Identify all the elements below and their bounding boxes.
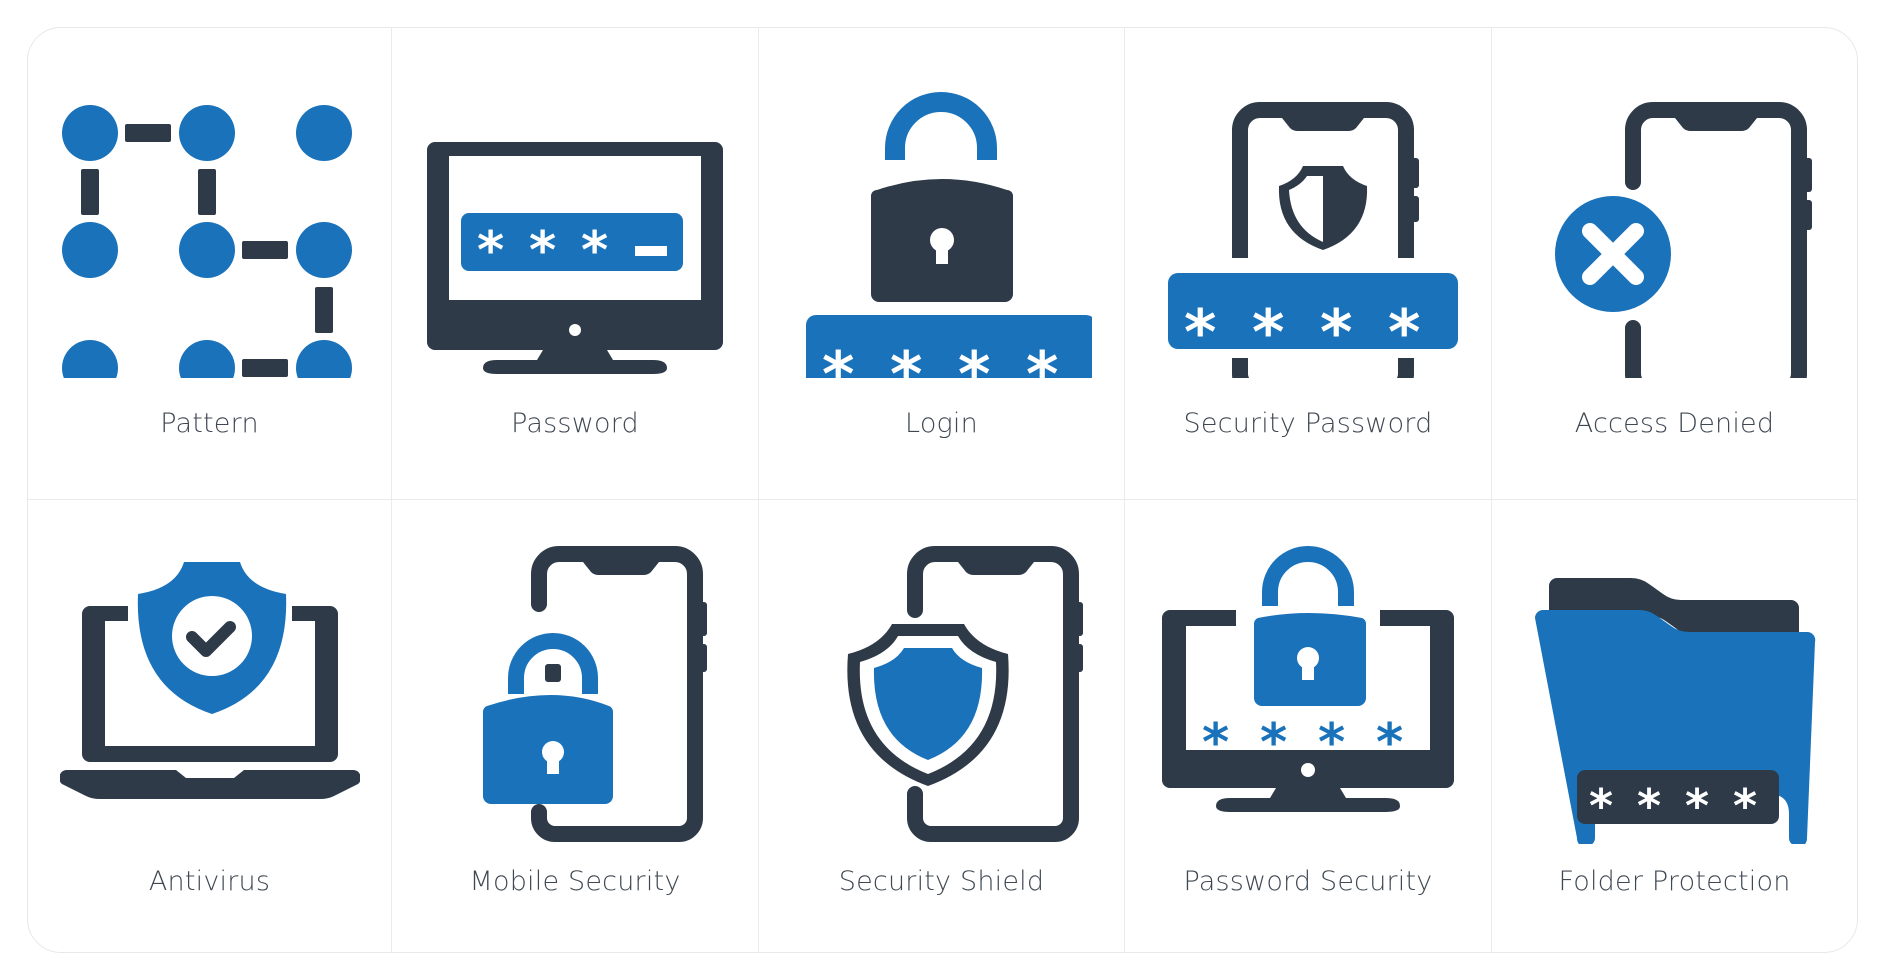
svg-text:*: * (1252, 296, 1284, 369)
tile-login: * * * * Login (759, 28, 1125, 500)
tile-label: Mobile Security (469, 866, 681, 897)
tile-label: Password Security (1183, 866, 1433, 897)
svg-text:*: * (1637, 779, 1661, 833)
svg-text:*: * (1376, 713, 1403, 773)
svg-text:*: * (1026, 338, 1058, 378)
tile-folder-protection: * * * * Folder Protection (1492, 500, 1857, 952)
tile-security-password: * * * * Security Password (1125, 28, 1492, 500)
svg-text:*: * (1589, 779, 1613, 833)
tile-label: Security Shield (838, 866, 1045, 897)
tile-pattern: Pattern (28, 28, 392, 500)
svg-text:*: * (477, 221, 504, 281)
tile-security-shield: Security Shield (759, 500, 1125, 952)
tile-mobile-security: Mobile Security (392, 500, 759, 952)
svg-text:*: * (1320, 296, 1352, 369)
svg-text:*: * (1202, 713, 1229, 773)
tile-label: Login (905, 408, 978, 439)
svg-text:*: * (890, 338, 922, 378)
tile-label: Password (511, 408, 639, 439)
svg-text:*: * (958, 338, 990, 378)
svg-text:*: * (1260, 713, 1287, 773)
monitor-password-icon: * * * (427, 142, 723, 374)
tile-label: Pattern (160, 408, 259, 439)
svg-text:*: * (1184, 296, 1216, 369)
svg-text:*: * (581, 221, 608, 281)
tile-access-denied: Access Denied (1492, 28, 1857, 500)
phone-shield-password-icon: * * * * (1168, 102, 1458, 378)
padlock-password-icon: * * * * (805, 92, 1092, 378)
svg-text:*: * (1685, 779, 1709, 833)
tile-label: Access Denied (1574, 408, 1775, 439)
tile-password-security: * * * * Password Security (1125, 500, 1492, 952)
monitor-padlock-password-icon: * * * * (1162, 546, 1454, 812)
svg-text:*: * (529, 221, 556, 281)
icon-grid: Pattern * * * Password * * * * Login * *… (28, 28, 1857, 952)
phone-shield-icon (846, 546, 1083, 842)
svg-text:*: * (1388, 296, 1420, 369)
phone-padlock-icon (482, 546, 707, 842)
phone-denied-icon (1554, 102, 1812, 378)
svg-text:*: * (1733, 779, 1757, 833)
tile-label: Security Password (1183, 408, 1433, 439)
laptop-shield-check-icon (59, 562, 360, 799)
tile-antivirus: Antivirus (28, 500, 392, 952)
tile-password: * * * Password (392, 28, 759, 500)
icon-set-card: Pattern * * * Password * * * * Login * *… (27, 27, 1858, 953)
svg-text:*: * (822, 338, 854, 378)
svg-text:*: * (1318, 713, 1345, 773)
folder-password-icon: * * * * (1534, 578, 1815, 844)
pattern-lock-icon (61, 105, 352, 378)
tile-label: Antivirus (148, 866, 271, 897)
tile-label: Folder Protection (1558, 866, 1791, 897)
